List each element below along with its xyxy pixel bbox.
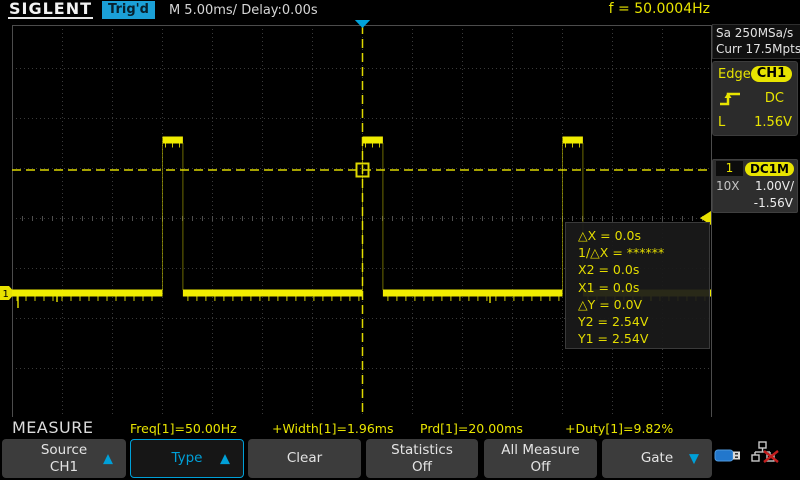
cursor-readout-panel: △X = 0.0s1/△X = ******X2 = 0.0sX1 = 0.0s… <box>565 222 710 349</box>
trigger-level-label: L <box>718 115 725 130</box>
channel-coupling-badge: DC1M <box>745 162 794 176</box>
acquisition-info-panel[interactable]: Sa 250MSa/s Curr 17.5Mpts <box>712 24 800 59</box>
channel-number: 1 <box>716 161 743 176</box>
io-status-icons <box>714 440 783 467</box>
cursor-readout-row: X2 = 0.0s <box>578 261 709 278</box>
trigger-level-value: 1.56V <box>754 115 792 130</box>
menu-button-sublabel: Off <box>412 459 432 476</box>
menu-button-type[interactable]: Type ▲ <box>130 439 244 478</box>
frequency-counter: f = 50.0004Hz <box>609 1 710 17</box>
sample-rate: Sa 250MSa/s <box>716 25 800 41</box>
usb-device-icon <box>714 449 746 463</box>
trigger-type: Edge <box>718 67 751 82</box>
measure-title: MEASURE <box>12 418 93 437</box>
menu-button-label: Clear <box>287 450 322 467</box>
cursor-readout-row: △X = 0.0s <box>578 227 709 244</box>
measurement-readout: +Duty[1]=9.82% <box>565 421 673 436</box>
lan-disconnected-icon <box>751 441 783 463</box>
cursor-readout-row: 1/△X = ****** <box>578 244 709 261</box>
measure-strip: MEASURE Freq[1]=50.00Hz +Width[1]=1.96ms P… <box>0 417 800 438</box>
menu-button-label: Statistics <box>391 442 453 459</box>
rising-edge-icon <box>718 89 742 107</box>
brand-logo: SIGLENT <box>8 1 93 19</box>
probe-attenuation: 10X <box>716 179 740 193</box>
trigger-coupling: DC <box>765 91 784 106</box>
chevron-down-icon: ▼ <box>689 450 699 467</box>
cursor-readout-row: △Y = 0.0V <box>578 296 709 313</box>
menu-button-label: All Measure <box>501 442 579 459</box>
channel-offset: -1.56V <box>754 196 793 210</box>
menu-button-statistics[interactable]: StatisticsOff <box>366 439 478 478</box>
menu-button-label: Gate <box>641 450 673 467</box>
trigger-source-badge[interactable]: CH1 <box>751 66 792 82</box>
chevron-up-icon: ▲ <box>103 450 113 467</box>
measurement-readout: +Width[1]=1.96ms <box>272 421 394 436</box>
menu-button-sublabel: Off <box>531 459 551 476</box>
menu-button-label: Type <box>171 450 202 467</box>
channel-scale: 1.00V/ <box>755 179 794 193</box>
trigger-status-badge: Trig'd <box>102 1 155 19</box>
chevron-up-icon: ▲ <box>220 450 230 467</box>
channel1-info-panel[interactable]: 1 DC1M 10X 1.00V/ -1.56V <box>712 159 798 213</box>
menu-button-gate[interactable]: Gate ▼ <box>602 439 712 478</box>
menu-button-all-measure[interactable]: All MeasureOff <box>484 439 597 478</box>
cursor-readout-row: Y2 = 2.54V <box>578 313 709 330</box>
measurement-readout: Prd[1]=20.00ms <box>420 421 523 436</box>
trigger-info-panel[interactable]: Edge CH1 DC L 1.56V <box>712 61 798 136</box>
oscilloscope-screen: 1 △X = 0.0s1/△X = ******X2 = 0.0sX1 = 0.… <box>0 0 800 480</box>
menu-button-label: Source <box>41 442 87 459</box>
measurement-readout: Freq[1]=50.00Hz <box>130 421 237 436</box>
top-status-bar: SIGLENT Trig'd M 5.00ms/ Delay:0.00s f =… <box>0 0 800 20</box>
cursor-readout-row: Y1 = 2.54V <box>578 330 709 347</box>
svg-text:1: 1 <box>3 289 9 300</box>
soft-menu-row: SourceCH1▲Type▲ClearStatisticsOffAll Mea… <box>0 438 800 480</box>
menu-button-clear[interactable]: Clear <box>248 439 361 478</box>
timebase-readout[interactable]: M 5.00ms/ Delay:0.00s <box>169 3 318 18</box>
cursor-readout-row: X1 = 0.0s <box>578 279 709 296</box>
memory-depth: Curr 17.5Mpts <box>716 41 800 57</box>
menu-button-sublabel: CH1 <box>50 459 78 476</box>
menu-button-source[interactable]: SourceCH1 ▲ <box>2 439 126 478</box>
